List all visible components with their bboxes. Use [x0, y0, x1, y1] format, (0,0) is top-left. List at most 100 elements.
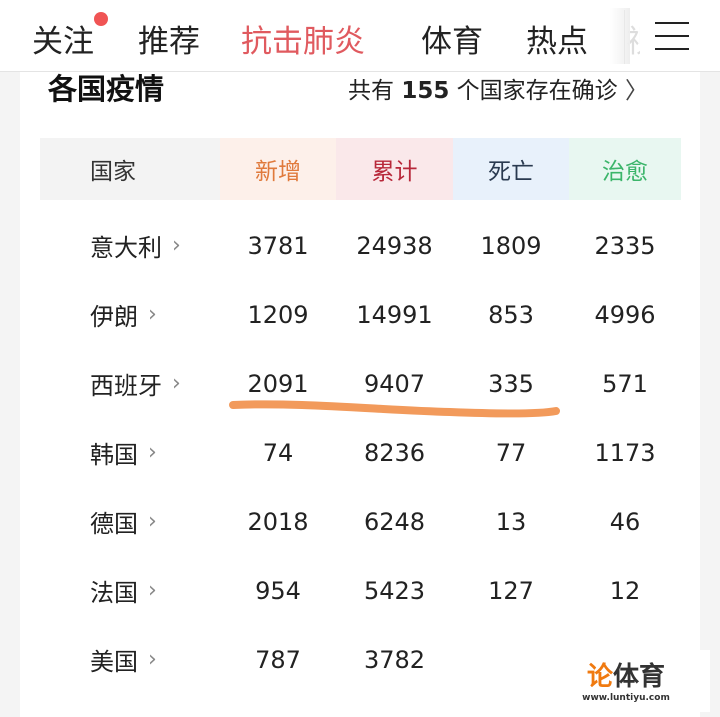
- header-total: 累计: [336, 138, 453, 200]
- value-cell: 2018: [220, 508, 336, 536]
- value-cell: 74: [220, 439, 336, 467]
- cell-value: 12: [609, 576, 641, 605]
- value-cell: 853: [453, 301, 569, 329]
- country-name: 西班牙: [90, 372, 162, 400]
- value-cell: 127: [453, 577, 569, 605]
- header-deaths: 死亡: [453, 138, 569, 200]
- table-body: 意大利 › 3781 24938 1809 2335 伊朗 › 1209 14991 853 4996…: [40, 211, 681, 694]
- country-cell: 美国 ›: [40, 642, 220, 677]
- value-cell: 8236: [336, 439, 453, 467]
- cell-value: 46: [609, 507, 641, 536]
- chevron-right-icon: ›: [148, 440, 157, 465]
- value-cell: 14991: [336, 301, 453, 329]
- table-row[interactable]: 德国 › 2018 6248 13 46: [40, 487, 681, 556]
- cell-value: 954: [255, 576, 301, 605]
- value-cell: 1173: [569, 439, 681, 467]
- table-row[interactable]: 意大利 › 3781 24938 1809 2335: [40, 211, 681, 280]
- cell-value: 1809: [480, 231, 542, 260]
- value-cell: 13: [453, 508, 569, 536]
- value-cell: 1209: [220, 301, 336, 329]
- cell-value: 853: [488, 300, 534, 329]
- cell-value: 2335: [594, 231, 656, 260]
- value-cell: 2335: [569, 232, 681, 260]
- cell-value: 335: [488, 369, 534, 398]
- cell-value: 127: [488, 576, 534, 605]
- table-row[interactable]: 韩国 › 74 8236 77 1173: [40, 418, 681, 487]
- country-cell: 西班牙 ›: [40, 366, 220, 401]
- chevron-right-icon: 〉: [624, 78, 648, 104]
- table-header: 国家 新增 累计 死亡 治愈: [40, 138, 681, 200]
- chevron-right-icon: ›: [172, 371, 181, 396]
- cell-value: 2091: [247, 369, 309, 398]
- value-cell: 77: [453, 439, 569, 467]
- tab-fight-pneumonia[interactable]: 抗击肺炎: [241, 16, 365, 61]
- country-name: 意大利: [90, 234, 162, 262]
- country-name: 德国: [90, 510, 138, 538]
- cell-value: 3782: [363, 645, 426, 674]
- cell-value: 13: [495, 507, 527, 536]
- country-cell: 德国 ›: [40, 504, 220, 539]
- cell-value: 571: [602, 369, 648, 398]
- table-row[interactable]: 伊朗 › 1209 14991 853 4996: [40, 280, 681, 349]
- header-recovered: 治愈: [569, 138, 681, 200]
- value-cell: 3782: [336, 646, 453, 674]
- tab-recommend[interactable]: 推荐: [138, 16, 200, 61]
- header-country: 国家: [40, 138, 220, 200]
- value-cell: 954: [220, 577, 336, 605]
- value-cell: 4996: [569, 301, 681, 329]
- watermark-logo: 论体育 www.luntiyu.com: [542, 650, 710, 712]
- tab-follow[interactable]: 关注: [32, 16, 94, 61]
- cell-value: 787: [255, 645, 301, 674]
- value-cell: 3781: [220, 232, 336, 260]
- table-row[interactable]: 西班牙 › 2091 9407 335 571: [40, 349, 681, 418]
- country-cell: 意大利 ›: [40, 228, 220, 263]
- cell-value: 1209: [247, 300, 309, 329]
- country-cell: 伊朗 ›: [40, 297, 220, 332]
- cell-value: 5423: [363, 576, 426, 605]
- divider: [624, 10, 625, 64]
- menu-icon[interactable]: [655, 22, 689, 50]
- chevron-right-icon: ›: [148, 647, 157, 672]
- value-cell: 24938: [336, 232, 453, 260]
- section-title: 各国疫情: [48, 72, 165, 106]
- cell-value: 77: [495, 438, 527, 467]
- chevron-right-icon: ›: [148, 578, 157, 603]
- country-name: 美国: [90, 648, 138, 676]
- cell-value: 8236: [363, 438, 426, 467]
- country-cell: 韩国 ›: [40, 435, 220, 470]
- cell-value: 9407: [363, 369, 426, 398]
- value-cell: 46: [569, 508, 681, 536]
- chevron-right-icon: ›: [172, 233, 181, 258]
- summary-prefix: 共有: [348, 78, 394, 104]
- value-cell: 9407: [336, 370, 453, 398]
- chevron-right-icon: ›: [148, 509, 157, 534]
- notification-dot: [94, 12, 108, 26]
- cell-value: 24938: [356, 231, 433, 260]
- value-cell: 12: [569, 577, 681, 605]
- country-name: 伊朗: [90, 303, 138, 331]
- value-cell: 6248: [336, 508, 453, 536]
- tab-fade: [610, 8, 630, 64]
- value-cell: 1809: [453, 232, 569, 260]
- country-name: 韩国: [90, 441, 138, 469]
- summary-suffix: 个国家存在确诊: [456, 78, 618, 104]
- cell-value: 6248: [363, 507, 426, 536]
- cell-value: 4996: [594, 300, 656, 329]
- country-table: 国家 新增 累计 死亡 治愈 意大利 › 3781 24938 1809 2335 伊朗 › 1209 1…: [40, 138, 681, 683]
- tab-hot[interactable]: 热点: [526, 16, 588, 61]
- tab-sports[interactable]: 体育: [421, 16, 483, 61]
- cell-value: 14991: [356, 300, 433, 329]
- chevron-right-icon: ›: [148, 302, 157, 327]
- cell-value: 74: [262, 438, 294, 467]
- cell-value: 2018: [247, 507, 309, 536]
- countries-summary-link[interactable]: 共有 155 个国家存在确诊 〉: [348, 71, 648, 105]
- value-cell: 2091: [220, 370, 336, 398]
- value-cell: 571: [569, 370, 681, 398]
- header-new: 新增: [220, 138, 336, 200]
- summary-count: 155: [401, 78, 450, 104]
- value-cell: 335: [453, 370, 569, 398]
- country-cell: 法国 ›: [40, 573, 220, 608]
- cell-value: 1173: [594, 438, 656, 467]
- table-row[interactable]: 法国 › 954 5423 127 12: [40, 556, 681, 625]
- cell-value: 3781: [247, 231, 309, 260]
